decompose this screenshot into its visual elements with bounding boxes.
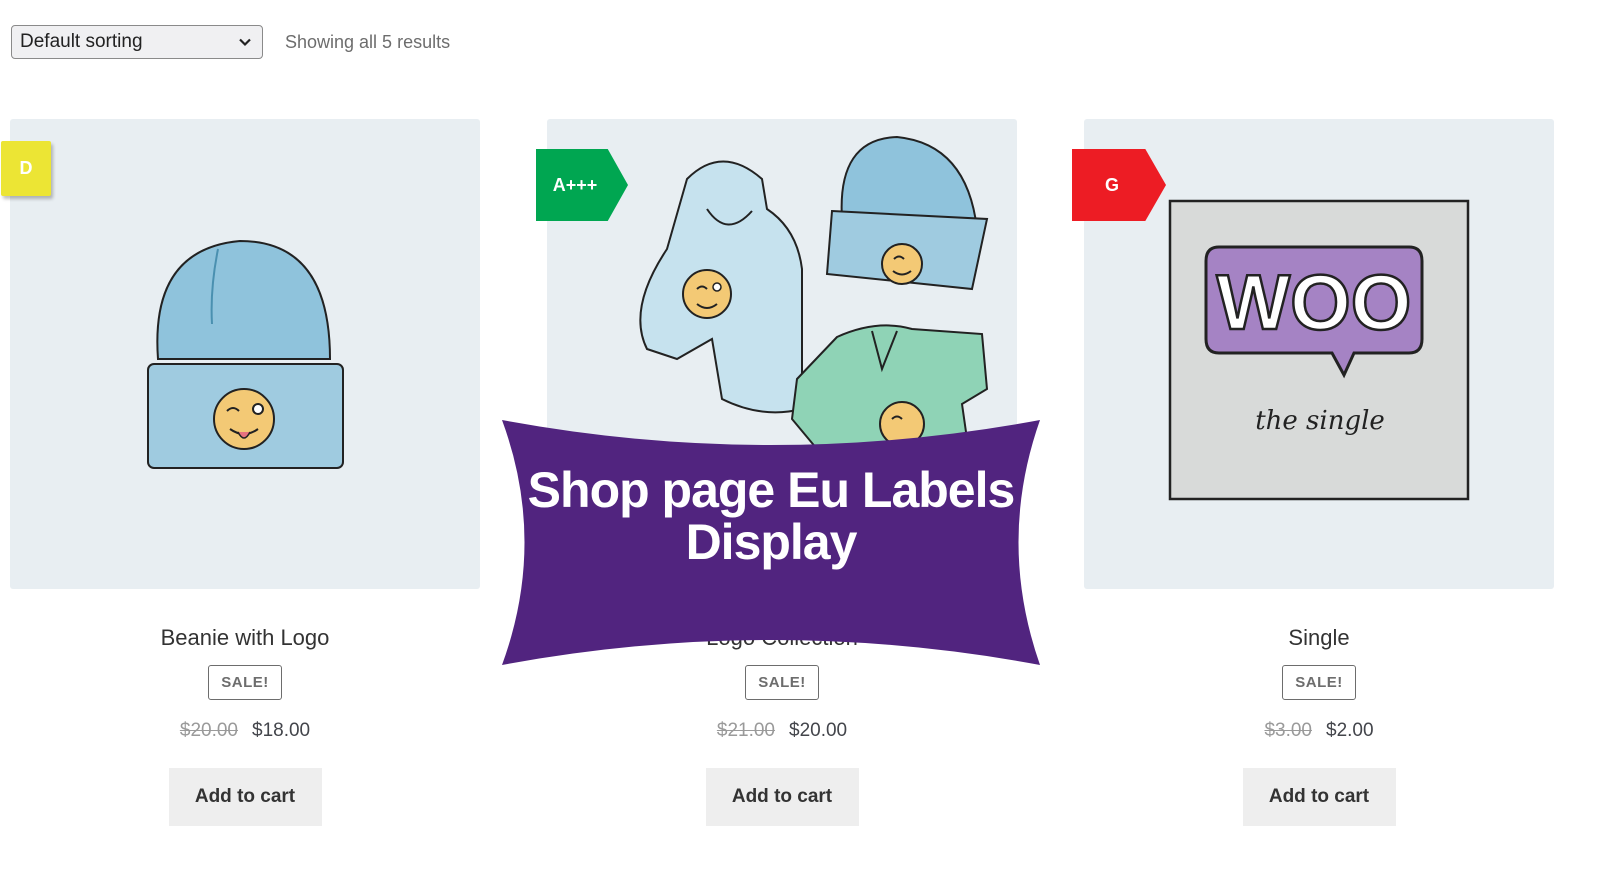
energy-label-text: A+++	[552, 174, 598, 195]
sort-select[interactable]: Default sorting	[11, 25, 263, 59]
sale-badge: SALE!	[745, 665, 819, 701]
add-to-cart-button[interactable]: Add to cart	[168, 768, 322, 827]
beanie-illustration-icon	[147, 239, 344, 469]
price: $20.00 $18.00	[10, 720, 480, 742]
price: $3.00 $2.00	[1084, 720, 1554, 742]
energy-label-text: G	[1104, 174, 1119, 195]
sale-price: $20.00	[789, 720, 848, 742]
promo-banner: Shop page Eu Labels Display	[502, 420, 1040, 665]
single-caption-text: the single	[1255, 406, 1385, 436]
product-title[interactable]: Beanie with Logo	[10, 625, 480, 651]
product-card: WOO the single G Single SALE! $3.00 $2.00…	[1072, 119, 1554, 827]
product-image[interactable]: WOO the single G	[1072, 119, 1554, 589]
energy-label: D	[1, 141, 51, 196]
shop-toolbar: Default sorting Showing all 5 results	[11, 24, 450, 60]
add-to-cart-button[interactable]: Add to cart	[1242, 768, 1396, 827]
sale-price: $2.00	[1326, 720, 1374, 742]
price: $21.00 $20.00	[547, 720, 1017, 742]
energy-label-text: D	[19, 158, 33, 178]
add-to-cart-button[interactable]: Add to cart	[705, 768, 859, 827]
sale-price: $18.00	[252, 720, 311, 742]
result-count: Showing all 5 results	[285, 31, 451, 52]
woo-logo-text: WOO	[1217, 258, 1412, 346]
regular-price: $21.00	[716, 720, 775, 742]
product-title[interactable]: Single	[1084, 625, 1554, 651]
sale-badge: SALE!	[1282, 665, 1356, 701]
banner-text: Shop page Eu Labels Display	[527, 462, 1016, 570]
regular-price: $3.00	[1264, 720, 1312, 742]
chevron-down-icon	[239, 38, 251, 47]
product-card: D Beanie with Logo SALE! $20.00 $18.00 Ad…	[1, 119, 480, 827]
product-image[interactable]: D	[1, 119, 480, 589]
sale-badge: SALE!	[208, 665, 282, 701]
regular-price: $20.00	[179, 720, 238, 742]
sort-select-value: Default sorting	[20, 31, 143, 52]
